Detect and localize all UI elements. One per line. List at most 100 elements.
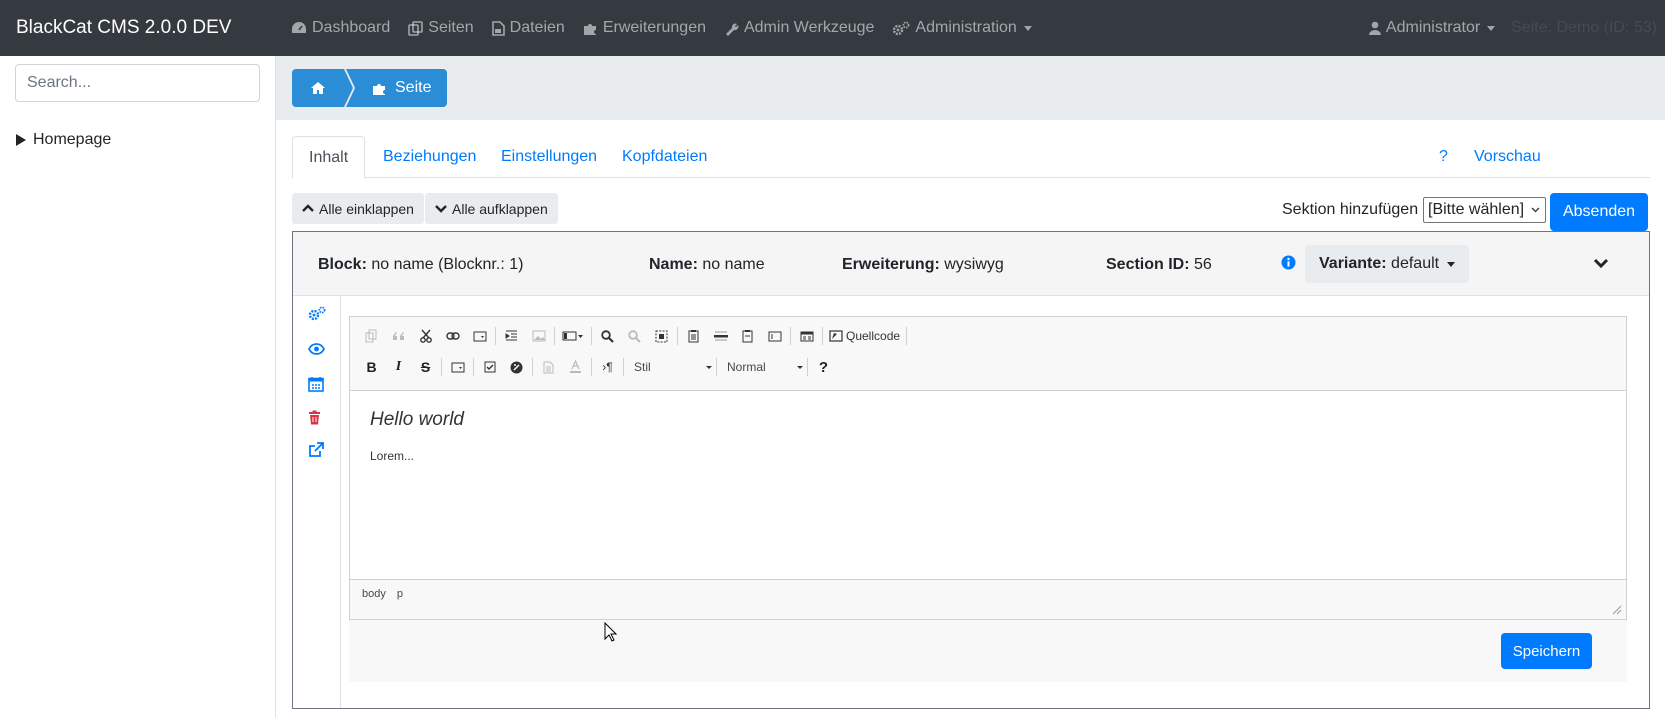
collapse-all-button[interactable]: Alle einklappen [292, 193, 424, 224]
gears-icon[interactable] [308, 306, 326, 321]
anchor-icon[interactable] [503, 354, 530, 380]
add-section-label: Sektion hinzufügen [1282, 201, 1419, 218]
nav-administration[interactable]: Administration [892, 19, 1032, 37]
tab-einstellungen[interactable]: Einstellungen [485, 136, 613, 178]
indent-icon[interactable] [498, 323, 525, 349]
paste-icon[interactable] [680, 323, 707, 349]
bold-icon[interactable]: B [358, 354, 385, 380]
user-name: Administrator [1385, 19, 1481, 36]
iframe-icon[interactable] [761, 323, 788, 349]
wysiwyg-editor: Quellcode B I S ›¶ Stil Normal ? Hello w… [349, 316, 1627, 620]
image-icon[interactable] [525, 323, 552, 349]
chevron-down-icon [797, 366, 803, 369]
tab-beziehungen[interactable]: Beziehungen [367, 136, 492, 178]
content-heading: Hello world [370, 409, 464, 430]
chevron-down-icon [1487, 25, 1496, 31]
tab-inhalt[interactable]: Inhalt [292, 136, 366, 179]
variant-label: Variante: [1319, 255, 1387, 272]
path-p[interactable]: p [397, 588, 403, 600]
tab-bar: Inhalt Beziehungen Einstellungen Kopfdat… [292, 136, 1650, 179]
block-info: Block: no name (Blocknr.: 1) [318, 256, 524, 273]
copy-icon [408, 20, 424, 36]
chevron-down-icon [435, 205, 447, 213]
style-combo-label: Stil [634, 360, 651, 374]
expand-all-label: Alle aufklappen [452, 200, 548, 217]
breadcrumb-home[interactable] [292, 69, 353, 107]
preview-link[interactable]: Vorschau [1458, 136, 1557, 178]
nav-dashboard[interactable]: Dashboard [291, 19, 390, 37]
nav-dashboard-label: Dashboard [312, 19, 391, 36]
nav-pages[interactable]: Seiten [408, 19, 474, 37]
expand-all-button[interactable]: Alle aufklappen [425, 193, 558, 224]
breadcrumb-page-label: Seite [395, 79, 432, 96]
puzzle-icon [373, 83, 385, 95]
variant-value: default [1391, 255, 1440, 272]
tree-item-homepage[interactable]: Homepage [16, 131, 111, 149]
cut-icon[interactable] [412, 323, 439, 349]
style-combo[interactable]: Stil [626, 354, 714, 380]
source-label: Quellcode [846, 329, 901, 343]
file-icon [491, 20, 505, 36]
eye-icon[interactable] [308, 343, 325, 355]
search-icon[interactable] [594, 323, 621, 349]
text-color-icon[interactable] [562, 354, 589, 380]
italic-icon[interactable]: I [385, 354, 412, 380]
block-header: Block: no name (Blocknr.: 1) Name: no na… [293, 232, 1649, 296]
calendar-icon[interactable] [308, 376, 324, 392]
chevron-down-icon[interactable] [1593, 258, 1609, 269]
block-side-toolbar [293, 296, 341, 708]
document-icon[interactable] [535, 354, 562, 380]
add-section-select[interactable]: [Bitte wählen] [1423, 197, 1546, 223]
add-section-value: [Bitte wählen] [1428, 201, 1525, 218]
puzzle-icon [583, 23, 596, 35]
breadcrumb-bar: Seite [276, 56, 1665, 120]
collapse-all-label: Alle einklappen [319, 200, 414, 217]
template-icon[interactable] [793, 323, 820, 349]
select-all-icon[interactable] [648, 323, 675, 349]
editor-toolbar-row-1: Quellcode [358, 323, 909, 349]
help-icon[interactable]: ? [810, 354, 837, 380]
breadcrumb-page[interactable]: Seite [346, 69, 448, 107]
path-body[interactable]: body [362, 588, 386, 600]
chevron-down-icon [1447, 261, 1456, 267]
nav-extensions-label: Erweiterungen [602, 19, 706, 36]
block-section-id: Section ID: 56 [1106, 256, 1212, 273]
nav-files[interactable]: Dateien [491, 19, 565, 37]
save-button[interactable]: Speichern [1501, 633, 1592, 669]
blockquote-icon[interactable] [385, 323, 412, 349]
top-navbar: BlackCat CMS 2.0.0 DEV Dashboard Seiten … [0, 0, 1665, 56]
replace-icon[interactable] [621, 323, 648, 349]
source-button[interactable]: Quellcode [825, 323, 904, 349]
format-combo[interactable]: Normal [719, 354, 805, 380]
gears-icon [893, 21, 910, 35]
source-icon [829, 330, 843, 342]
breadcrumb: Seite [292, 69, 448, 107]
trash-icon[interactable] [308, 410, 321, 425]
submit-button[interactable]: Absenden [1550, 193, 1648, 231]
form-field-icon[interactable] [466, 323, 493, 349]
layout-dropdown-icon[interactable] [557, 323, 589, 349]
nav-admin-tools[interactable]: Admin Werkzeuge [724, 19, 874, 37]
brand[interactable]: BlackCat CMS 2.0.0 DEV [16, 17, 291, 39]
user-menu[interactable]: Administrator [1368, 19, 1496, 37]
nav-administration-label: Administration [915, 19, 1017, 36]
copy-icon[interactable] [358, 323, 385, 349]
resize-handle-icon[interactable] [1612, 605, 1622, 615]
strikethrough-icon[interactable]: S [412, 354, 439, 380]
search-input[interactable] [15, 64, 260, 102]
variant-dropdown[interactable]: Variante: default [1305, 245, 1470, 283]
external-link-icon[interactable] [308, 442, 324, 458]
select-field-icon[interactable] [444, 354, 471, 380]
chevron-up-icon [302, 204, 314, 212]
home-icon [311, 82, 325, 94]
caret-right-icon [16, 134, 26, 146]
checkbox-icon[interactable] [476, 354, 503, 380]
tab-kopfdateien[interactable]: Kopfdateien [606, 136, 723, 178]
horizontal-rule-icon[interactable] [707, 323, 734, 349]
paragraph-direction-icon[interactable]: ›¶ [594, 354, 621, 380]
link-icon[interactable] [439, 323, 466, 349]
nav-extensions[interactable]: Erweiterungen [583, 19, 706, 37]
paste-text-icon[interactable] [734, 323, 761, 349]
editor-content[interactable]: Hello world Lorem... [350, 390, 1626, 580]
info-icon[interactable] [1281, 255, 1296, 270]
